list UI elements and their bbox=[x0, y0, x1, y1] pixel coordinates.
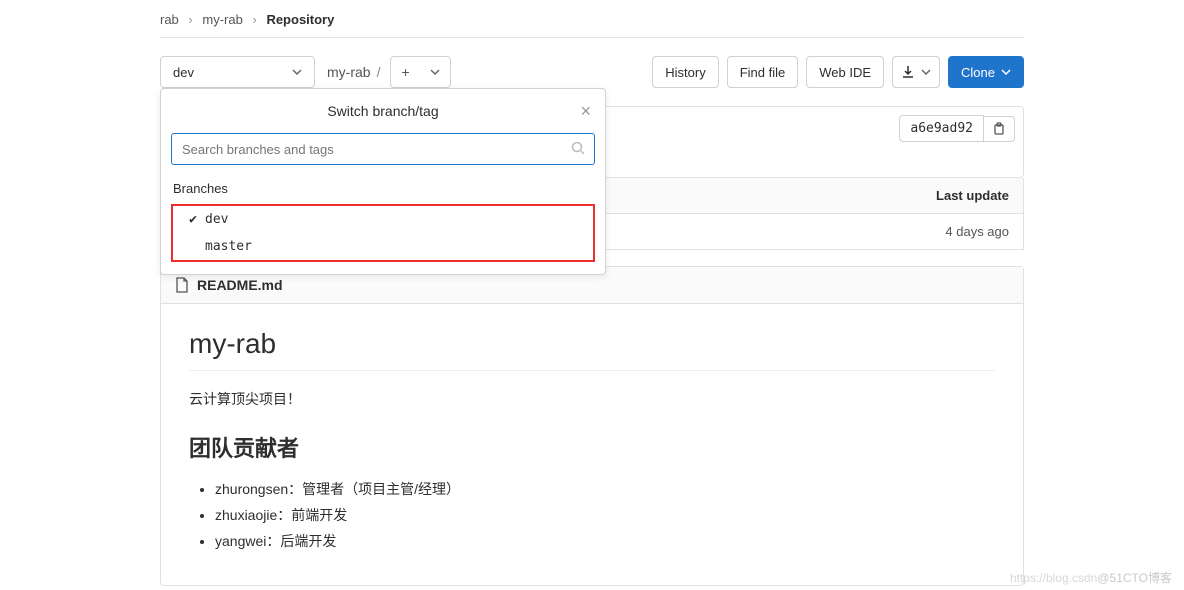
dropdown-title-text: Switch branch/tag bbox=[327, 103, 438, 119]
col-last-update: Last update bbox=[936, 188, 1009, 203]
branch-item-master[interactable]: master bbox=[173, 233, 593, 260]
add-dropdown[interactable]: + bbox=[390, 56, 450, 88]
branch-list: ✔ dev master bbox=[171, 204, 595, 262]
readme-title: my-rab bbox=[189, 328, 995, 360]
search-input[interactable] bbox=[171, 133, 595, 165]
repo-toolbar: dev my-rab / + History Find file Web IDE bbox=[160, 38, 1024, 106]
branch-search-wrap bbox=[171, 133, 595, 165]
row-last-update: 4 days ago bbox=[945, 224, 1009, 239]
commit-sha[interactable]: a6e9ad92 bbox=[899, 115, 984, 142]
clipboard-icon bbox=[992, 122, 1006, 136]
web-ide-button[interactable]: Web IDE bbox=[806, 56, 884, 88]
readme-filename: README.md bbox=[197, 277, 283, 293]
dropdown-title: Switch branch/tag × bbox=[161, 89, 605, 133]
branch-selector-label: dev bbox=[173, 65, 194, 80]
chevron-down-icon bbox=[292, 69, 302, 75]
breadcrumb-root[interactable]: rab bbox=[160, 12, 179, 27]
readme-content: my-rab 云计算顶尖项目！ 团队贡献者 zhurongsen：管理者（项目主… bbox=[161, 304, 1023, 585]
clone-button[interactable]: Clone bbox=[948, 56, 1024, 88]
branch-item-dev[interactable]: ✔ dev bbox=[173, 206, 593, 233]
history-button[interactable]: History bbox=[652, 56, 718, 88]
chevron-down-icon bbox=[921, 69, 931, 75]
readme-panel: README.md my-rab 云计算顶尖项目！ 团队贡献者 zhurongs… bbox=[160, 266, 1024, 586]
download-icon bbox=[901, 65, 915, 79]
list-item: zhuxiaojie：前端开发 bbox=[215, 505, 995, 525]
watermark: https://blog.csdn@51CTO博客 bbox=[1010, 569, 1172, 586]
download-dropdown[interactable] bbox=[892, 56, 940, 88]
contributors-heading: 团队贡献者 bbox=[189, 431, 995, 463]
chevron-down-icon bbox=[420, 69, 450, 75]
chevron-right-icon: › bbox=[188, 12, 192, 27]
close-icon[interactable]: × bbox=[580, 101, 591, 122]
breadcrumb-project[interactable]: my-rab bbox=[202, 12, 242, 27]
path-separator: / bbox=[377, 64, 381, 80]
chevron-right-icon: › bbox=[252, 12, 256, 27]
breadcrumb: rab › my-rab › Repository bbox=[160, 0, 1024, 38]
chevron-down-icon bbox=[1001, 69, 1011, 75]
list-item: zhurongsen：管理者（项目主管/经理） bbox=[215, 479, 995, 499]
branch-selector[interactable]: dev bbox=[160, 56, 315, 88]
copy-sha-button[interactable] bbox=[984, 116, 1015, 142]
document-icon bbox=[175, 277, 189, 293]
plus-icon: + bbox=[391, 64, 419, 80]
check-icon: ✔ bbox=[181, 212, 205, 227]
branch-dropdown-panel: Switch branch/tag × Branches ✔ dev maste… bbox=[160, 88, 606, 275]
breadcrumb-current: Repository bbox=[266, 12, 334, 27]
project-name[interactable]: my-rab bbox=[327, 64, 371, 80]
branch-item-label: dev bbox=[205, 212, 228, 227]
contributors-list: zhurongsen：管理者（项目主管/经理） zhuxiaojie：前端开发 … bbox=[189, 479, 995, 551]
find-file-button[interactable]: Find file bbox=[727, 56, 799, 88]
readme-tagline: 云计算顶尖项目！ bbox=[189, 389, 995, 409]
branches-section-label: Branches bbox=[161, 175, 605, 202]
list-item: yangwei：后端开发 bbox=[215, 531, 995, 551]
divider bbox=[189, 370, 995, 371]
search-icon bbox=[571, 141, 585, 155]
branch-item-label: master bbox=[205, 239, 252, 254]
path-breadcrumb: my-rab / bbox=[327, 64, 386, 80]
clone-label: Clone bbox=[961, 65, 995, 80]
